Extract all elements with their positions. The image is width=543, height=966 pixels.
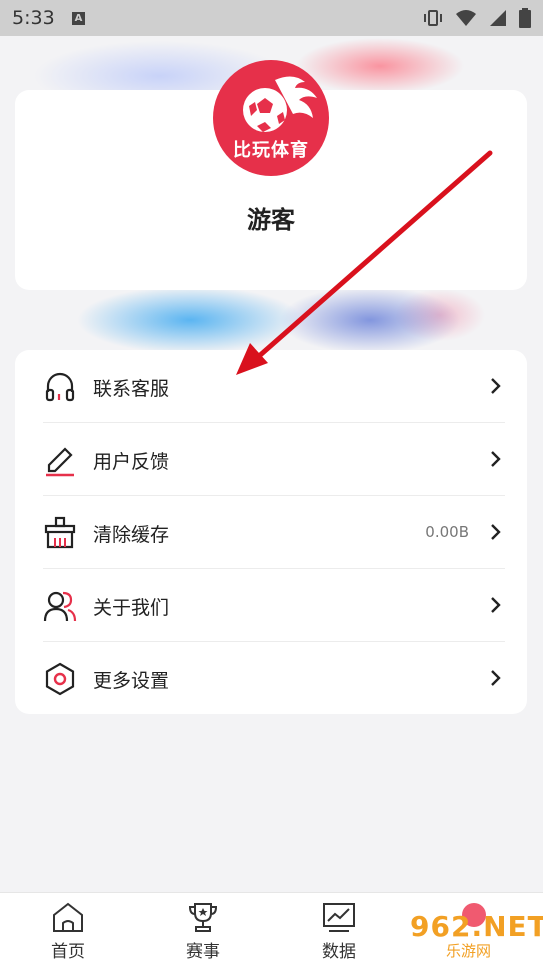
headset-icon <box>45 372 75 402</box>
chevron-right-icon <box>491 597 501 613</box>
hexagon-settings-icon <box>45 662 75 696</box>
avatar[interactable]: 比玩体育 <box>213 60 329 176</box>
chevron-right-icon <box>491 670 501 686</box>
battery-icon <box>519 8 531 28</box>
tab-home[interactable]: 首页 <box>18 893 118 966</box>
menu-item-label: 用户反馈 <box>93 451 170 473</box>
username[interactable]: 游客 <box>15 200 527 235</box>
chevron-right-icon <box>491 524 501 540</box>
menu-item-contact-service[interactable]: 联系客服 <box>15 350 527 423</box>
wifi-icon <box>456 10 476 26</box>
menu-item-about-us[interactable]: 关于我们 <box>15 569 527 642</box>
chevron-right-icon <box>491 451 501 467</box>
menu-item-label: 更多设置 <box>93 670 170 692</box>
logo-text: 比玩体育 <box>233 140 309 161</box>
a-indicator-icon: A <box>72 12 85 25</box>
tab-label: 赛事 <box>186 942 220 962</box>
menu-item-clear-cache[interactable]: 清除缓存 0.00B <box>15 496 527 569</box>
broom-icon <box>44 516 76 549</box>
home-icon <box>53 902 83 932</box>
users-icon <box>43 591 77 622</box>
chevron-right-icon <box>491 378 501 394</box>
settings-menu: 联系客服 用户反馈 清除缓存 0.00B 关于我们 更多设置 <box>15 350 527 714</box>
chart-icon <box>323 903 355 932</box>
tab-events[interactable]: 赛事 <box>153 893 253 966</box>
watermark-sub: 乐游网 <box>446 942 492 960</box>
tab-label: 数据 <box>322 942 356 962</box>
menu-item-feedback[interactable]: 用户反馈 <box>15 423 527 496</box>
tab-label: 首页 <box>51 942 85 962</box>
watermark-main: 962.NET <box>410 910 543 943</box>
trophy-icon <box>188 903 218 932</box>
menu-item-label: 清除缓存 <box>93 524 170 546</box>
status-bar: 5:33 A <box>0 0 543 36</box>
cache-size: 0.00B <box>425 523 469 541</box>
signal-icon <box>490 10 506 26</box>
watermark: 962.NET 乐游网 <box>402 900 543 965</box>
vibrate-icon <box>424 10 442 26</box>
tab-data[interactable]: 数据 <box>289 893 389 966</box>
menu-item-label: 联系客服 <box>93 378 170 400</box>
menu-item-more-settings[interactable]: 更多设置 <box>15 642 527 715</box>
edit-icon <box>46 447 74 477</box>
status-time: 5:33 <box>12 7 55 29</box>
menu-item-label: 关于我们 <box>93 597 170 619</box>
